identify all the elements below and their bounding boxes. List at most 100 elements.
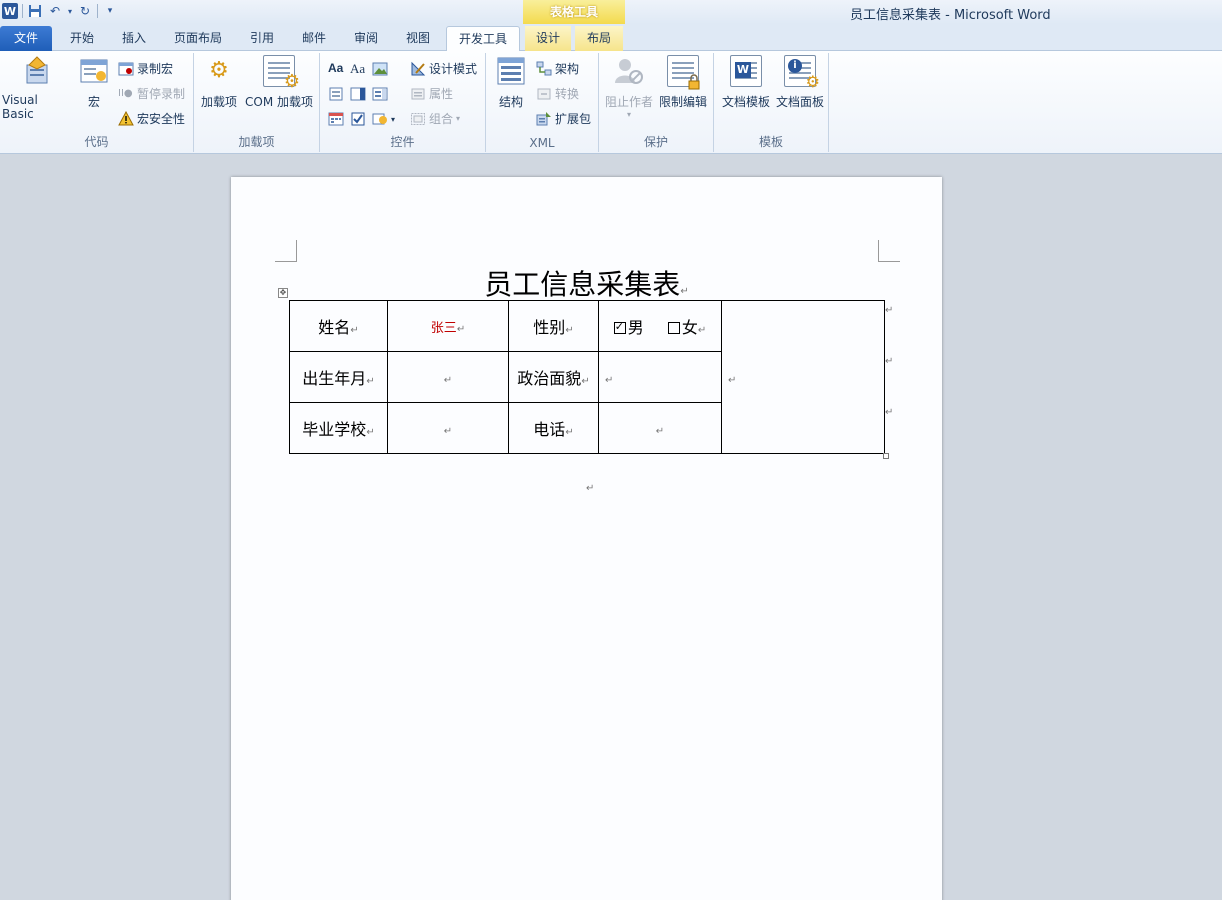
gender-value-cell[interactable]: 男 女↵ bbox=[598, 300, 722, 352]
macros-label: 宏 bbox=[87, 95, 100, 109]
macros-button[interactable]: 宏 bbox=[78, 55, 110, 110]
date-picker-control-button[interactable] bbox=[328, 111, 344, 127]
expansion-pack-icon bbox=[536, 111, 552, 127]
name-label: 姓名 bbox=[318, 318, 351, 337]
combo-box-control-button[interactable] bbox=[350, 86, 366, 102]
record-macro-label: 录制宏 bbox=[137, 62, 174, 76]
record-macro-button[interactable]: 录制宏 bbox=[118, 60, 173, 77]
birth-value-cell[interactable]: ↵ bbox=[387, 351, 509, 403]
paragraph-mark: ↵ bbox=[581, 376, 590, 387]
tab-table-design[interactable]: 设计 bbox=[525, 26, 571, 51]
structure-button[interactable]: 结构 bbox=[494, 55, 528, 110]
tab-insert[interactable]: 插入 bbox=[110, 26, 158, 51]
expansion-pack-button[interactable]: 扩展包 bbox=[536, 110, 591, 127]
school-label-cell[interactable]: 毕业学校↵ bbox=[289, 402, 388, 454]
document-page[interactable]: 员工信息采集表↵ ✥ 姓名↵ 张三↵ 性别↵ 男 女↵ ↵ 出生年月↵ ↵ 政治… bbox=[231, 177, 942, 900]
macro-security-label: 宏安全性 bbox=[137, 112, 186, 126]
block-authors-button[interactable]: 阻止作者 ▾ bbox=[603, 55, 655, 119]
legacy-tools-button[interactable]: ▾ bbox=[372, 111, 395, 127]
ribbon-group-templates: W 文档模板 i ⚙ 文档面板 模板 bbox=[714, 53, 829, 152]
macro-security-button[interactable]: 宏安全性 bbox=[118, 110, 185, 127]
pause-recording-button[interactable]: II● 暂停录制 bbox=[118, 85, 185, 102]
document-panel-button[interactable]: i ⚙ 文档面板 bbox=[772, 55, 828, 110]
group-label-controls: 控件 bbox=[390, 135, 415, 149]
school-value-cell[interactable]: ↵ bbox=[387, 402, 509, 454]
undo-icon[interactable]: ↶ bbox=[47, 3, 63, 19]
checkbox-control-button[interactable] bbox=[350, 111, 366, 127]
tab-view[interactable]: 视图 bbox=[394, 26, 442, 51]
undo-dropdown-icon[interactable]: ▾ bbox=[67, 3, 73, 19]
paragraph-mark: ↵ bbox=[443, 425, 453, 437]
tab-review[interactable]: 审阅 bbox=[342, 26, 390, 51]
politics-value-cell[interactable]: ↵ bbox=[598, 351, 722, 403]
group-label-addins: 加载项 bbox=[238, 135, 275, 149]
gender-label-cell[interactable]: 性别↵ bbox=[508, 300, 599, 352]
addins-button[interactable]: ⚙ 加载项 bbox=[200, 55, 238, 110]
save-icon[interactable] bbox=[27, 3, 43, 19]
phone-label-cell[interactable]: 电话↵ bbox=[508, 402, 599, 454]
dropdown-list-control-button[interactable] bbox=[372, 86, 388, 102]
female-checkbox[interactable] bbox=[667, 322, 680, 334]
tab-file[interactable]: 文件 bbox=[0, 26, 52, 51]
document-workspace[interactable]: 员工信息采集表↵ ✥ 姓名↵ 张三↵ 性别↵ 男 女↵ ↵ 出生年月↵ ↵ 政治… bbox=[0, 155, 1222, 900]
ribbon-tab-row: 文件 开始 插入 页面布局 引用 邮件 审阅 视图 开发工具 设计 布局 bbox=[0, 24, 1222, 52]
redo-icon[interactable]: ↻ bbox=[77, 3, 93, 19]
tab-page-layout[interactable]: 页面布局 bbox=[166, 26, 230, 51]
tab-mailings[interactable]: 邮件 bbox=[290, 26, 338, 51]
politics-label: 政治面貌 bbox=[517, 369, 582, 388]
group-label-templates: 模板 bbox=[758, 135, 783, 149]
plain-text-control-button[interactable]: Aa bbox=[350, 61, 365, 77]
title-bar: W ↶ ▾ ↻ ▾ 表格工具 员工信息采集表 - Microsoft Word bbox=[0, 0, 1222, 24]
qat-separator bbox=[22, 4, 23, 18]
ribbon-group-code: Visual Basic 宏 录制宏 II● 暂停录制 宏安全性 代码 bbox=[0, 53, 194, 152]
paragraph-mark: ↵ bbox=[366, 376, 375, 387]
properties-label: 属性 bbox=[429, 87, 454, 101]
visual-basic-icon bbox=[21, 55, 53, 87]
rich-text-control-button[interactable]: Aa bbox=[328, 61, 343, 75]
row-end-mark: ↵ bbox=[885, 356, 894, 367]
birth-label-cell[interactable]: 出生年月↵ bbox=[289, 351, 388, 403]
dropdown-list-icon bbox=[372, 86, 388, 102]
building-block-control-button[interactable] bbox=[328, 86, 344, 102]
group-dropdown-icon: ▾ bbox=[456, 114, 461, 123]
tab-table-layout[interactable]: 布局 bbox=[575, 26, 623, 51]
phone-label: 电话 bbox=[533, 420, 566, 439]
table-move-handle-icon[interactable]: ✥ bbox=[278, 288, 288, 298]
transform-button[interactable]: 转换 bbox=[536, 85, 579, 102]
word-app-icon[interactable]: W bbox=[2, 3, 18, 19]
name-value-cell[interactable]: 张三↵ bbox=[387, 300, 509, 352]
document-title[interactable]: 员工信息采集表↵ bbox=[231, 263, 942, 303]
group-label-xml: XML bbox=[529, 136, 555, 150]
document-template-button[interactable]: W 文档模板 bbox=[718, 55, 774, 110]
employee-info-table[interactable]: 姓名↵ 张三↵ 性别↵ 男 女↵ ↵ 出生年月↵ ↵ 政治面貌↵ ↵ 毕业学校↵… bbox=[289, 300, 885, 454]
legacy-tools-dropdown-icon: ▾ bbox=[391, 114, 396, 124]
table-resize-handle[interactable] bbox=[883, 453, 889, 459]
tab-references[interactable]: 引用 bbox=[238, 26, 286, 51]
visual-basic-button[interactable]: Visual Basic bbox=[2, 55, 72, 121]
male-checkbox[interactable] bbox=[613, 320, 626, 334]
gender-label: 性别 bbox=[533, 318, 566, 337]
customize-qat-icon[interactable]: ▾ bbox=[102, 3, 118, 19]
photo-cell[interactable]: ↵ bbox=[721, 300, 885, 454]
politics-label-cell[interactable]: 政治面貌↵ bbox=[508, 351, 599, 403]
tab-home[interactable]: 开始 bbox=[58, 26, 106, 51]
birth-label: 出生年月 bbox=[302, 369, 367, 388]
paragraph-mark: ↵ bbox=[655, 425, 665, 437]
properties-button[interactable]: 属性 bbox=[410, 85, 453, 102]
paragraph-mark: ↵ bbox=[443, 374, 453, 386]
female-label: 女 bbox=[681, 318, 698, 337]
restrict-editing-button[interactable]: 限制编辑 bbox=[657, 55, 709, 110]
calendar-icon bbox=[328, 111, 344, 127]
group-button[interactable]: 组合 ▾ bbox=[410, 110, 460, 127]
school-label: 毕业学校 bbox=[302, 420, 367, 439]
name-label-cell[interactable]: 姓名↵ bbox=[289, 300, 388, 352]
male-label: 男 bbox=[627, 318, 644, 337]
design-mode-button[interactable]: 设计模式 bbox=[410, 60, 477, 77]
schema-button[interactable]: 架构 bbox=[536, 60, 579, 77]
com-addins-button[interactable]: ⚙ COM 加载项 bbox=[244, 55, 314, 110]
tab-developer[interactable]: 开发工具 bbox=[446, 26, 520, 52]
picture-control-button[interactable] bbox=[372, 61, 388, 77]
phone-value-cell[interactable]: ↵ bbox=[598, 402, 722, 454]
com-addins-icon: ⚙ bbox=[263, 55, 300, 92]
ribbon-group-controls: Aa Aa ▾ 设计模式 属性 组合 ▾ 控件 bbox=[320, 53, 486, 152]
